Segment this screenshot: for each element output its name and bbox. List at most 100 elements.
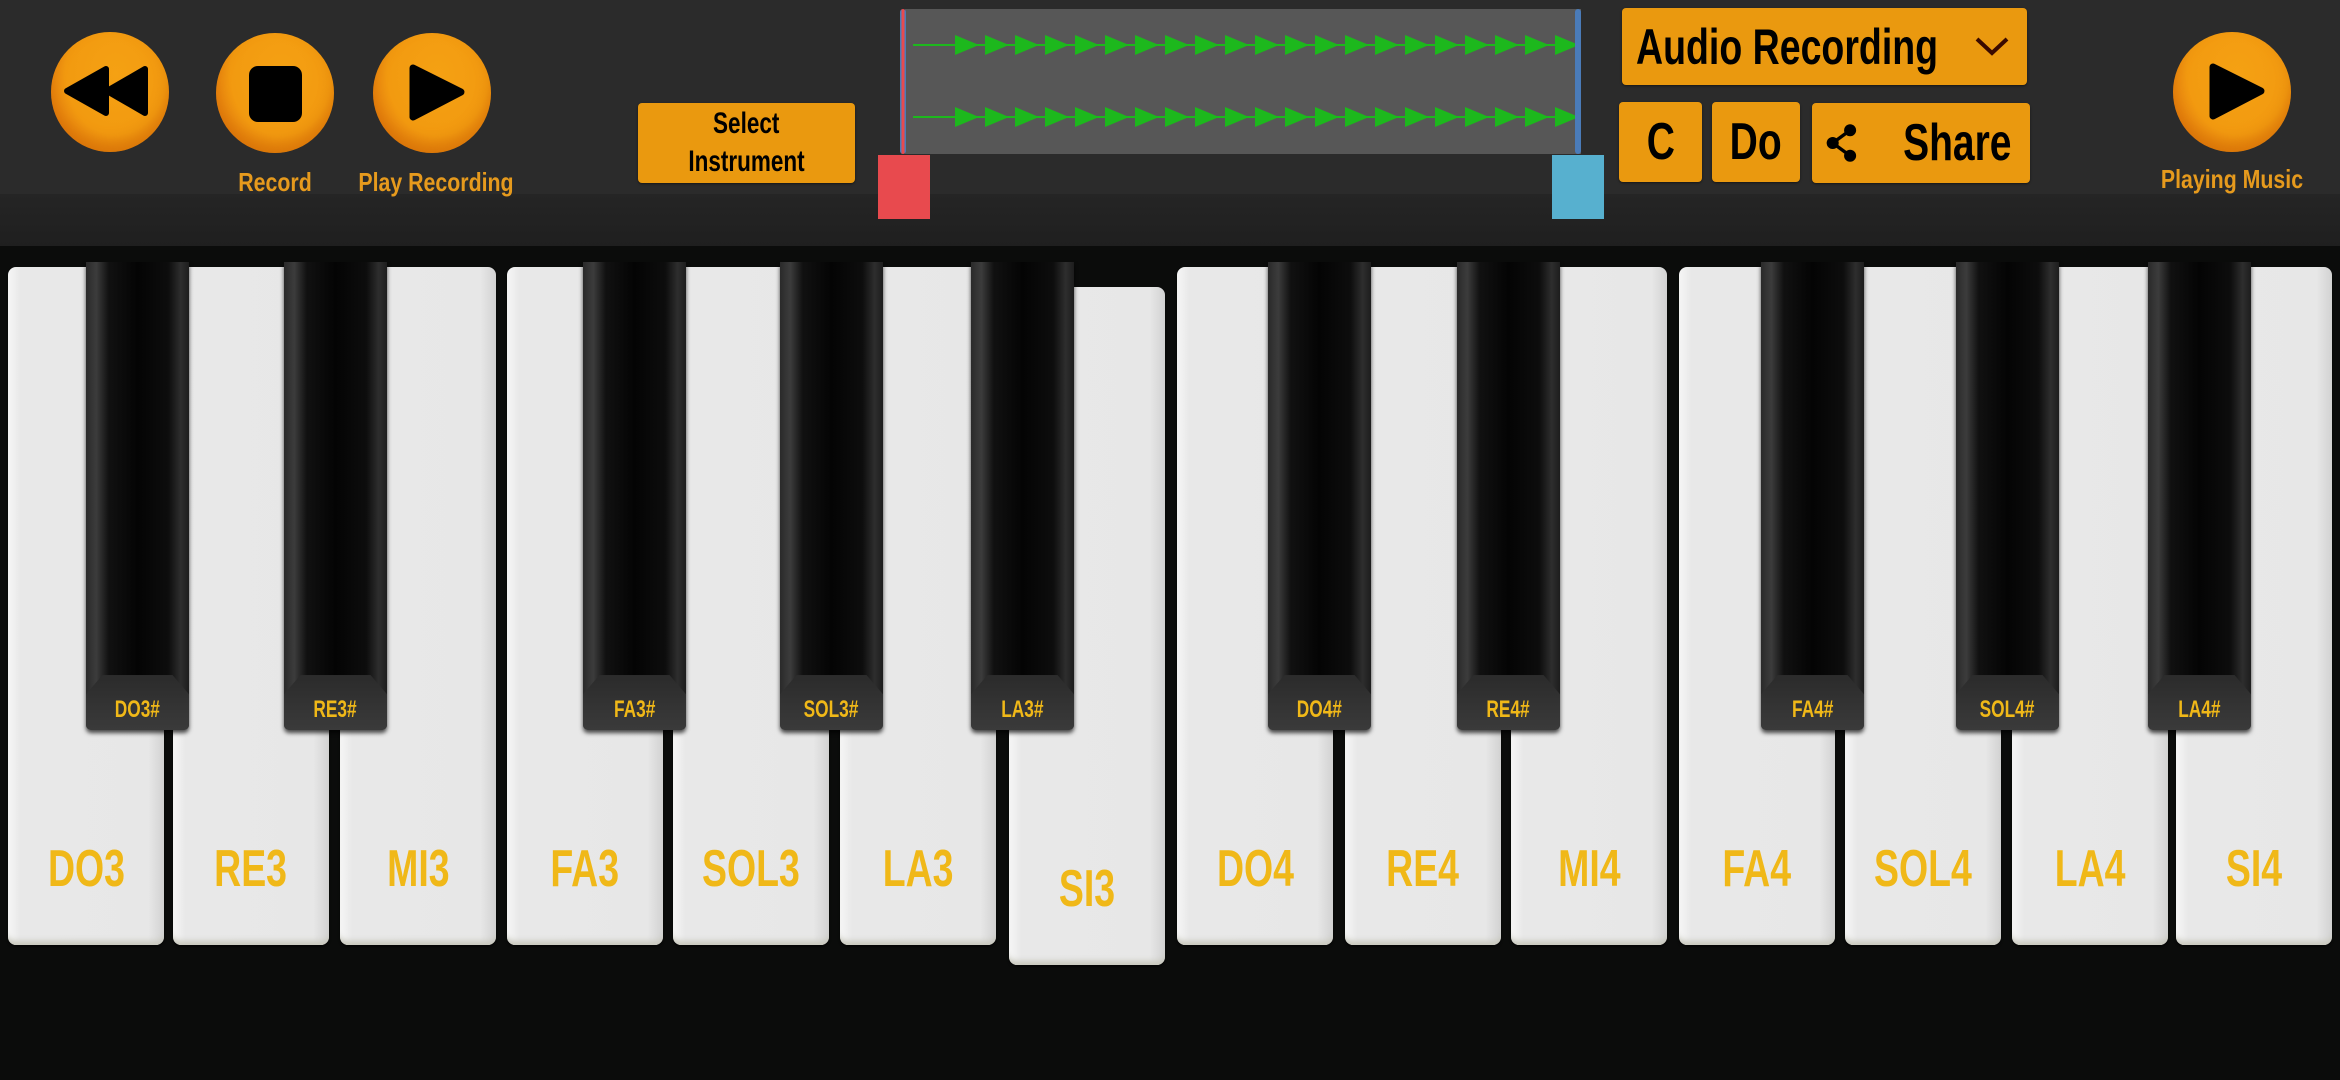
waveform-tracks xyxy=(913,35,1581,127)
stop-icon xyxy=(249,66,302,122)
black-key-label: DO4# xyxy=(1296,696,1343,723)
select-instrument-line1: Select xyxy=(713,107,780,140)
waveform-peak xyxy=(1405,107,1429,127)
play-recording-button[interactable] xyxy=(373,33,491,153)
black-key-la3-sharp[interactable]: LA3# xyxy=(971,262,1074,730)
waveform-peak xyxy=(1525,107,1549,127)
waveform-peak xyxy=(1225,35,1249,55)
waveform-peak xyxy=(985,35,1009,55)
white-key-label: MI4 xyxy=(1557,840,1621,898)
start-marker-line xyxy=(900,9,906,154)
black-key-label: SOL4# xyxy=(1980,696,2035,723)
waveform-peak xyxy=(985,107,1009,127)
waveform-peak xyxy=(1015,107,1039,127)
white-key-label: RE4 xyxy=(1386,840,1460,898)
black-key-label: FA3# xyxy=(613,696,656,723)
white-key-label: MI3 xyxy=(386,840,450,898)
mode-dropdown-value: Audio Recording xyxy=(1636,18,1939,75)
black-key-do4-sharp[interactable]: DO4# xyxy=(1268,262,1371,730)
rewind-button[interactable] xyxy=(51,32,169,152)
white-key-label: SOL4 xyxy=(1874,840,1972,898)
playing-music-label: Playing Music xyxy=(2160,164,2304,194)
waveform-peak xyxy=(1315,35,1339,55)
waveform-peak xyxy=(1465,35,1489,55)
share-button[interactable]: Share xyxy=(1812,103,2030,183)
white-key-label: RE3 xyxy=(214,840,288,898)
white-key-label: LA3 xyxy=(882,840,954,898)
play-recording-label: Play Recording xyxy=(358,167,514,197)
notation-do-label: Do xyxy=(1729,113,1782,171)
record-label: Record xyxy=(238,167,312,197)
black-key-do3-sharp[interactable]: DO3# xyxy=(86,262,189,730)
waveform-peak xyxy=(1495,35,1519,55)
waveform-peak xyxy=(1045,35,1069,55)
mode-dropdown[interactable]: Audio Recording xyxy=(1622,8,2027,85)
notation-do-button[interactable]: Do xyxy=(1712,102,1800,182)
waveform-peak xyxy=(955,35,979,55)
waveform-peak xyxy=(1105,107,1129,127)
end-marker-handle[interactable] xyxy=(1552,155,1604,219)
waveform-peak xyxy=(1495,107,1519,127)
white-key-label: LA4 xyxy=(2054,840,2126,898)
rewind-icon xyxy=(64,66,148,116)
black-key-label: LA3# xyxy=(1001,696,1044,723)
waveform-peak xyxy=(1255,107,1279,127)
waveform-peak xyxy=(1165,107,1189,127)
select-instrument-line2: Instrument xyxy=(688,145,805,178)
white-key-label: SI4 xyxy=(2225,840,2283,898)
play-icon xyxy=(2209,63,2265,120)
waveform-peak xyxy=(1225,107,1249,127)
waveform-peak xyxy=(1435,107,1459,127)
white-key-label: FA3 xyxy=(550,840,620,898)
black-key-label: FA4# xyxy=(1791,696,1834,723)
waveform-display[interactable] xyxy=(905,9,1581,154)
waveform-peak xyxy=(1375,35,1399,55)
share-label: Share xyxy=(1903,114,2012,172)
select-instrument-button[interactable]: Select Instrument xyxy=(638,103,855,183)
white-key-label: SI3 xyxy=(1058,860,1116,918)
white-key-label: FA4 xyxy=(1722,840,1792,898)
waveform-peak xyxy=(1525,35,1549,55)
waveform-peak xyxy=(1195,35,1219,55)
waveform-peak xyxy=(1135,35,1159,55)
waveform-peak xyxy=(1345,35,1369,55)
waveform-peak xyxy=(955,107,979,127)
white-key-label: DO4 xyxy=(1216,840,1294,898)
record-button[interactable] xyxy=(216,33,334,153)
playing-music-button[interactable] xyxy=(2173,32,2291,152)
play-icon xyxy=(409,64,465,121)
waveform-peak xyxy=(1105,35,1129,55)
waveform-peak xyxy=(1405,35,1429,55)
waveform-peak xyxy=(1285,107,1309,127)
notation-c-button[interactable]: C xyxy=(1619,102,1702,182)
black-key-fa3-sharp[interactable]: FA3# xyxy=(583,262,686,730)
waveform-peak xyxy=(1075,35,1099,55)
chevron-down-icon xyxy=(1975,37,2009,56)
waveform-peak xyxy=(1015,35,1039,55)
waveform-peak xyxy=(1285,35,1309,55)
black-key-fa4-sharp[interactable]: FA4# xyxy=(1761,262,1864,730)
start-marker-handle[interactable] xyxy=(878,155,930,219)
waveform-peak xyxy=(1045,107,1069,127)
toolbar-divider xyxy=(0,194,2340,246)
notation-c-label: C xyxy=(1646,113,1675,171)
waveform-peak xyxy=(1195,107,1219,127)
waveform-peak xyxy=(1465,107,1489,127)
share-icon xyxy=(1826,124,1857,162)
waveform-peak xyxy=(1255,35,1279,55)
black-key-label: RE3# xyxy=(313,696,358,723)
black-key-label: RE4# xyxy=(1486,696,1531,723)
white-key-label: DO3 xyxy=(47,840,125,898)
black-key-sol4-sharp[interactable]: SOL4# xyxy=(1956,262,2059,730)
black-key-label: DO3# xyxy=(114,696,161,723)
black-key-la4-sharp[interactable]: LA4# xyxy=(2148,262,2251,730)
end-marker-line xyxy=(1575,9,1581,154)
waveform-peak xyxy=(1165,35,1189,55)
black-key-label: LA4# xyxy=(2178,696,2221,723)
black-key-sol3-sharp[interactable]: SOL3# xyxy=(780,262,883,730)
black-key-re4-sharp[interactable]: RE4# xyxy=(1457,262,1560,730)
waveform-peak xyxy=(1375,107,1399,127)
black-key-label: SOL3# xyxy=(804,696,859,723)
waveform-peak xyxy=(1345,107,1369,127)
black-key-re3-sharp[interactable]: RE3# xyxy=(284,262,387,730)
